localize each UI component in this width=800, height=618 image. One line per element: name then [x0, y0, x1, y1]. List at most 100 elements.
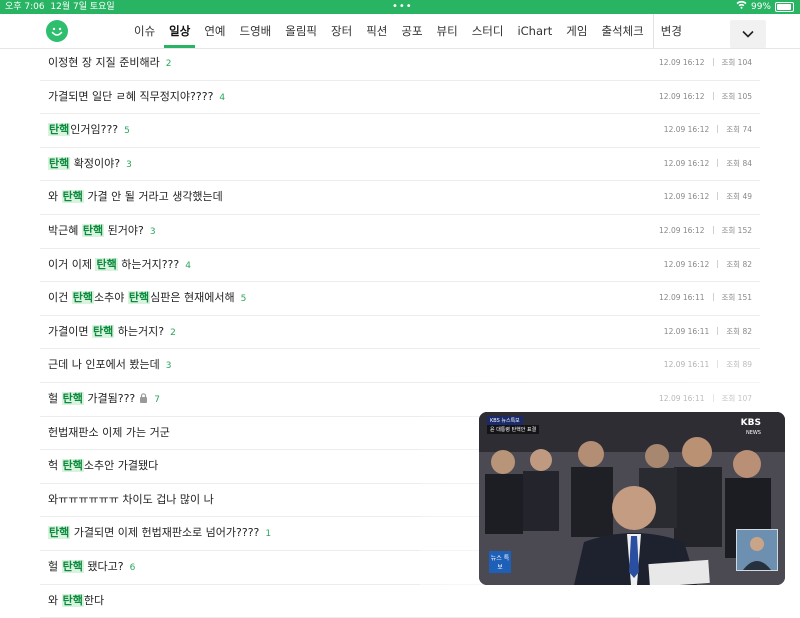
kbs-logo: KBS: [741, 418, 761, 428]
post-title-text: 이건: [48, 291, 72, 304]
status-date: 12월 7일 토요일: [50, 2, 114, 12]
post-title[interactable]: 와ㅠㅠㅠㅠㅠㅠ 차이도 겁나 많이 나: [48, 484, 214, 516]
post-time: 12.09 16:12: [664, 192, 709, 201]
post-title[interactable]: 가결되면 일단 ㄹ혜 직무정지야????4: [48, 81, 225, 114]
post-views: 조회 49: [726, 192, 752, 201]
post-meta: 12.09 16:11조회 89: [664, 349, 752, 381]
post-title[interactable]: 근데 나 인포에서 봤는데3: [48, 349, 171, 382]
post-time: 12.09 16:12: [664, 159, 709, 168]
post-row[interactable]: 가결이면 탄핵 하는거지?212.09 16:11조회 82: [40, 316, 760, 350]
tab-1[interactable]: 일상: [162, 14, 197, 48]
tab-13[interactable]: 변경: [653, 14, 689, 48]
multitask-dots-icon[interactable]: •••: [392, 0, 413, 14]
post-time: 12.09 16:11: [664, 327, 709, 336]
comment-count: 5: [124, 126, 130, 136]
post-title-text: 와: [48, 190, 62, 203]
post-row[interactable]: 와 탄핵한다: [40, 585, 760, 618]
keyword-highlight: 탄핵: [82, 224, 104, 237]
tab-11[interactable]: 게임: [559, 14, 594, 48]
status-time-date: 오후 7:06 12월 7일 토요일: [5, 0, 115, 14]
post-time: 12.09 16:12: [659, 226, 704, 235]
top-nav: 이슈일상연예드영배올림픽장터픽션공포뷰티스터디iChart게임출석체크변경: [0, 14, 800, 49]
post-row[interactable]: 이정현 장 지질 준비해라 2 12.09 16:12조회 104: [40, 47, 760, 81]
tab-0[interactable]: 이슈: [127, 14, 162, 48]
meta-divider: [717, 192, 718, 200]
keyword-highlight: 탄핵: [48, 157, 70, 170]
comment-count: 6: [130, 563, 136, 573]
post-row[interactable]: 근데 나 인포에서 봤는데3 12.09 16:11조회 89: [40, 349, 760, 383]
tab-3[interactable]: 드영배: [233, 14, 279, 48]
post-title[interactable]: 이정현 장 지질 준비해라 2: [48, 47, 171, 80]
post-views: 조회 89: [726, 360, 752, 369]
tab-6[interactable]: 픽션: [359, 14, 394, 48]
status-time: 오후 7:06: [5, 2, 45, 12]
post-row[interactable]: 와 탄핵 가결 안 될 거라고 생각했는데 12.09 16:12 조회 49: [40, 181, 760, 215]
category-dropdown-button[interactable]: [730, 20, 766, 48]
keyword-highlight: 탄핵: [48, 123, 70, 136]
meta-divider: [713, 92, 714, 100]
post-title[interactable]: 와 탄핵한다: [48, 585, 104, 617]
tab-7[interactable]: 공포: [394, 14, 429, 48]
post-row[interactable]: 이건 탄핵소추야 탄핵심판은 현재에서해512.09 16:11조회 151: [40, 282, 760, 316]
post-row[interactable]: 탄핵 확정이야? 3 12.09 16:12 조회 84: [40, 148, 760, 182]
keyword-highlight: 탄핵: [62, 459, 84, 472]
tab-9[interactable]: 스터디: [465, 14, 511, 48]
post-meta: 12.09 16:12 조회 84: [664, 148, 752, 180]
post-title-text: 헐: [48, 560, 62, 573]
keyword-highlight: 탄핵: [92, 325, 114, 338]
post-title[interactable]: 탄핵인거임??? 5: [48, 114, 130, 147]
tab-2[interactable]: 연예: [197, 14, 232, 48]
post-meta: 12.09 16:12 조회 49: [664, 181, 752, 213]
post-title-text: 소추안 가결됐다: [84, 459, 158, 472]
tab-12[interactable]: 출석체크: [594, 14, 650, 48]
post-views: 조회 105: [722, 92, 753, 101]
post-title[interactable]: 헌법재판소 이제 가는 거군: [48, 417, 170, 449]
post-views: 조회 84: [726, 159, 752, 168]
keyword-highlight: 탄핵: [62, 560, 84, 573]
pip-video-player[interactable]: KBS 뉴스특보 윤 대통령 탄핵안 표결 KBS NEWS 뉴스 특보: [479, 412, 785, 585]
post-views: 조회 74: [726, 125, 752, 134]
post-row[interactable]: 가결되면 일단 ㄹ혜 직무정지야????4 12.09 16:12 조회 105: [40, 81, 760, 115]
post-time: 12.09 16:12: [659, 58, 704, 67]
post-row[interactable]: 이거 이제 탄핵 하는거지???412.09 16:12조회 82: [40, 249, 760, 283]
news-headline: 윤 대통령 탄핵안 표결: [487, 425, 539, 434]
tab-4[interactable]: 올림픽: [278, 14, 324, 48]
kbs-logo-sub: NEWS: [746, 430, 761, 436]
post-title-text: 박근혜: [48, 224, 82, 237]
meta-divider: [717, 125, 718, 133]
battery-icon: [775, 2, 794, 12]
post-row[interactable]: 박근혜 탄핵 된거야?312.09 16:12조회 152: [40, 215, 760, 249]
post-title[interactable]: 헐 탄핵 가결됨???7: [48, 383, 160, 416]
post-title-text: 이정현 장 지질 준비해라: [48, 56, 160, 69]
meta-divider: [717, 159, 718, 167]
post-title-text: 확정이야?: [70, 157, 120, 170]
smiley-logo-icon[interactable]: [46, 20, 68, 42]
comment-count: 2: [166, 59, 172, 69]
post-title-text: 인거임???: [70, 123, 118, 136]
post-title-text: 가결됨???: [84, 392, 135, 405]
post-title[interactable]: 헐 탄핵 됐다고?6: [48, 551, 135, 584]
sign-language-interpreter: [736, 529, 778, 571]
comment-count: 3: [126, 160, 132, 170]
post-title-text: 하는거지???: [118, 258, 180, 271]
post-time: 12.09 16:12: [659, 92, 704, 101]
tab-8[interactable]: 뷰티: [430, 14, 465, 48]
post-title[interactable]: 탄핵 가결되면 이제 헌법재판소로 넘어가????1: [48, 517, 271, 550]
post-meta: 12.09 16:12조회 104: [659, 47, 752, 79]
meta-divider: [717, 327, 718, 335]
keyword-highlight: 탄핵: [72, 291, 94, 304]
post-title[interactable]: 와 탄핵 가결 안 될 거라고 생각했는데: [48, 181, 223, 213]
tab-5[interactable]: 장터: [324, 14, 359, 48]
post-title[interactable]: 이건 탄핵소추야 탄핵심판은 현재에서해5: [48, 282, 246, 315]
post-title[interactable]: 헉 탄핵소추안 가결됐다: [48, 450, 158, 482]
post-title[interactable]: 탄핵 확정이야? 3: [48, 148, 132, 181]
tab-10[interactable]: iChart: [510, 14, 559, 48]
post-title[interactable]: 박근혜 탄핵 된거야?3: [48, 215, 156, 248]
post-title[interactable]: 이거 이제 탄핵 하는거지???4: [48, 249, 191, 282]
post-meta: 12.09 16:11조회 107: [659, 383, 752, 415]
post-meta: 12.09 16:12조회 74: [664, 114, 752, 146]
post-title[interactable]: 가결이면 탄핵 하는거지?2: [48, 316, 176, 349]
post-row[interactable]: 탄핵인거임??? 5 12.09 16:12조회 74: [40, 114, 760, 148]
post-title-text: 소추야: [94, 291, 128, 304]
keyword-highlight: 탄핵: [62, 594, 84, 607]
